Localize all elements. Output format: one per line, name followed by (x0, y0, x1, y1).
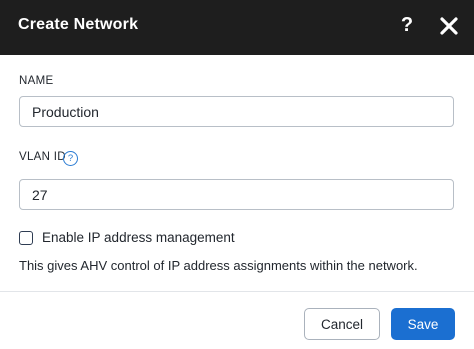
vlan-id-input[interactable] (19, 179, 454, 210)
ipam-hint-text: This gives AHV control of IP address ass… (19, 258, 418, 273)
name-input[interactable] (19, 96, 454, 127)
close-icon[interactable] (440, 17, 458, 35)
name-label: NAME (19, 75, 54, 87)
dialog-title: Create Network (18, 16, 139, 33)
vlan-id-label: VLAN ID (19, 151, 66, 163)
vlan-info-icon[interactable]: ? (63, 151, 78, 166)
save-button[interactable]: Save (391, 308, 455, 340)
ipam-checkbox[interactable] (19, 231, 33, 245)
cancel-button[interactable]: Cancel (304, 308, 380, 340)
ipam-checkbox-label[interactable]: Enable IP address management (42, 230, 235, 245)
create-network-dialog: Create Network ? NAME VLAN ID ? Enable I… (0, 0, 474, 349)
dialog-header: Create Network ? (0, 0, 474, 55)
close-icon-graphic (440, 17, 458, 35)
dialog-footer: Cancel Save (0, 291, 474, 349)
help-icon[interactable]: ? (398, 13, 416, 37)
